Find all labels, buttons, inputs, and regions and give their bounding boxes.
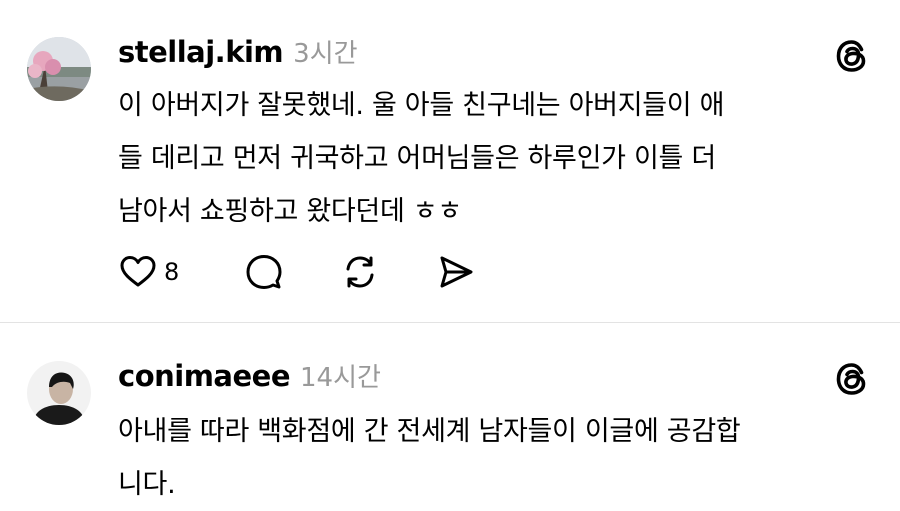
share-icon[interactable]: [436, 252, 476, 292]
comment-line: 남아서 쇼핑하고 왔다던데 ㅎㅎ: [118, 196, 462, 227]
repost-icon[interactable]: [340, 252, 380, 292]
comment-body: 아내를 따라 백화점에 간 전세계 남자들이 이글에 공감합 니다.: [118, 405, 858, 511]
avatar[interactable]: [27, 361, 91, 425]
comment-button[interactable]: [244, 252, 284, 292]
username[interactable]: stellaj.kim 3시간: [118, 34, 358, 72]
comment-line: 아내를 따라 백화점에 간 전세계 남자들이 이글에 공감합: [118, 416, 741, 447]
comment-post-2: conimaeee 14시간 아내를 따라 백화점에 간 전세계 남자들이 이글에…: [0, 323, 900, 509]
repost-button[interactable]: [340, 252, 380, 292]
like-count: 8: [164, 258, 180, 286]
comment-line: 들 데리고 먼저 귀국하고 어머님들은 하루인가 이틀 더: [118, 143, 716, 174]
action-bar: 8: [118, 252, 518, 292]
heart-icon[interactable]: [118, 252, 158, 292]
timestamp: 3시간: [293, 39, 358, 69]
share-button[interactable]: [436, 252, 476, 292]
timestamp: 14시간: [300, 363, 381, 393]
username-text[interactable]: conimaeee: [118, 359, 291, 393]
username-text[interactable]: stellaj.kim: [118, 35, 284, 69]
username[interactable]: conimaeee 14시간: [118, 358, 381, 396]
avatar[interactable]: [27, 37, 91, 101]
comment-line: 이 아버지가 잘못했네. 울 아들 친구네는 아버지들이 애: [118, 90, 725, 121]
comment-post-1: stellaj.kim 3시간 이 아버지가 잘못했네. 울 아들 친구네는 아버…: [0, 0, 900, 322]
threads-logo-icon[interactable]: [832, 359, 872, 399]
comment-body: 이 아버지가 잘못했네. 울 아들 친구네는 아버지들이 애 들 데리고 먼저 …: [118, 79, 858, 238]
comment-icon[interactable]: [244, 252, 284, 292]
comment-line: 니다.: [118, 469, 176, 500]
like-button[interactable]: 8: [118, 252, 179, 292]
threads-logo-icon[interactable]: [832, 36, 872, 76]
